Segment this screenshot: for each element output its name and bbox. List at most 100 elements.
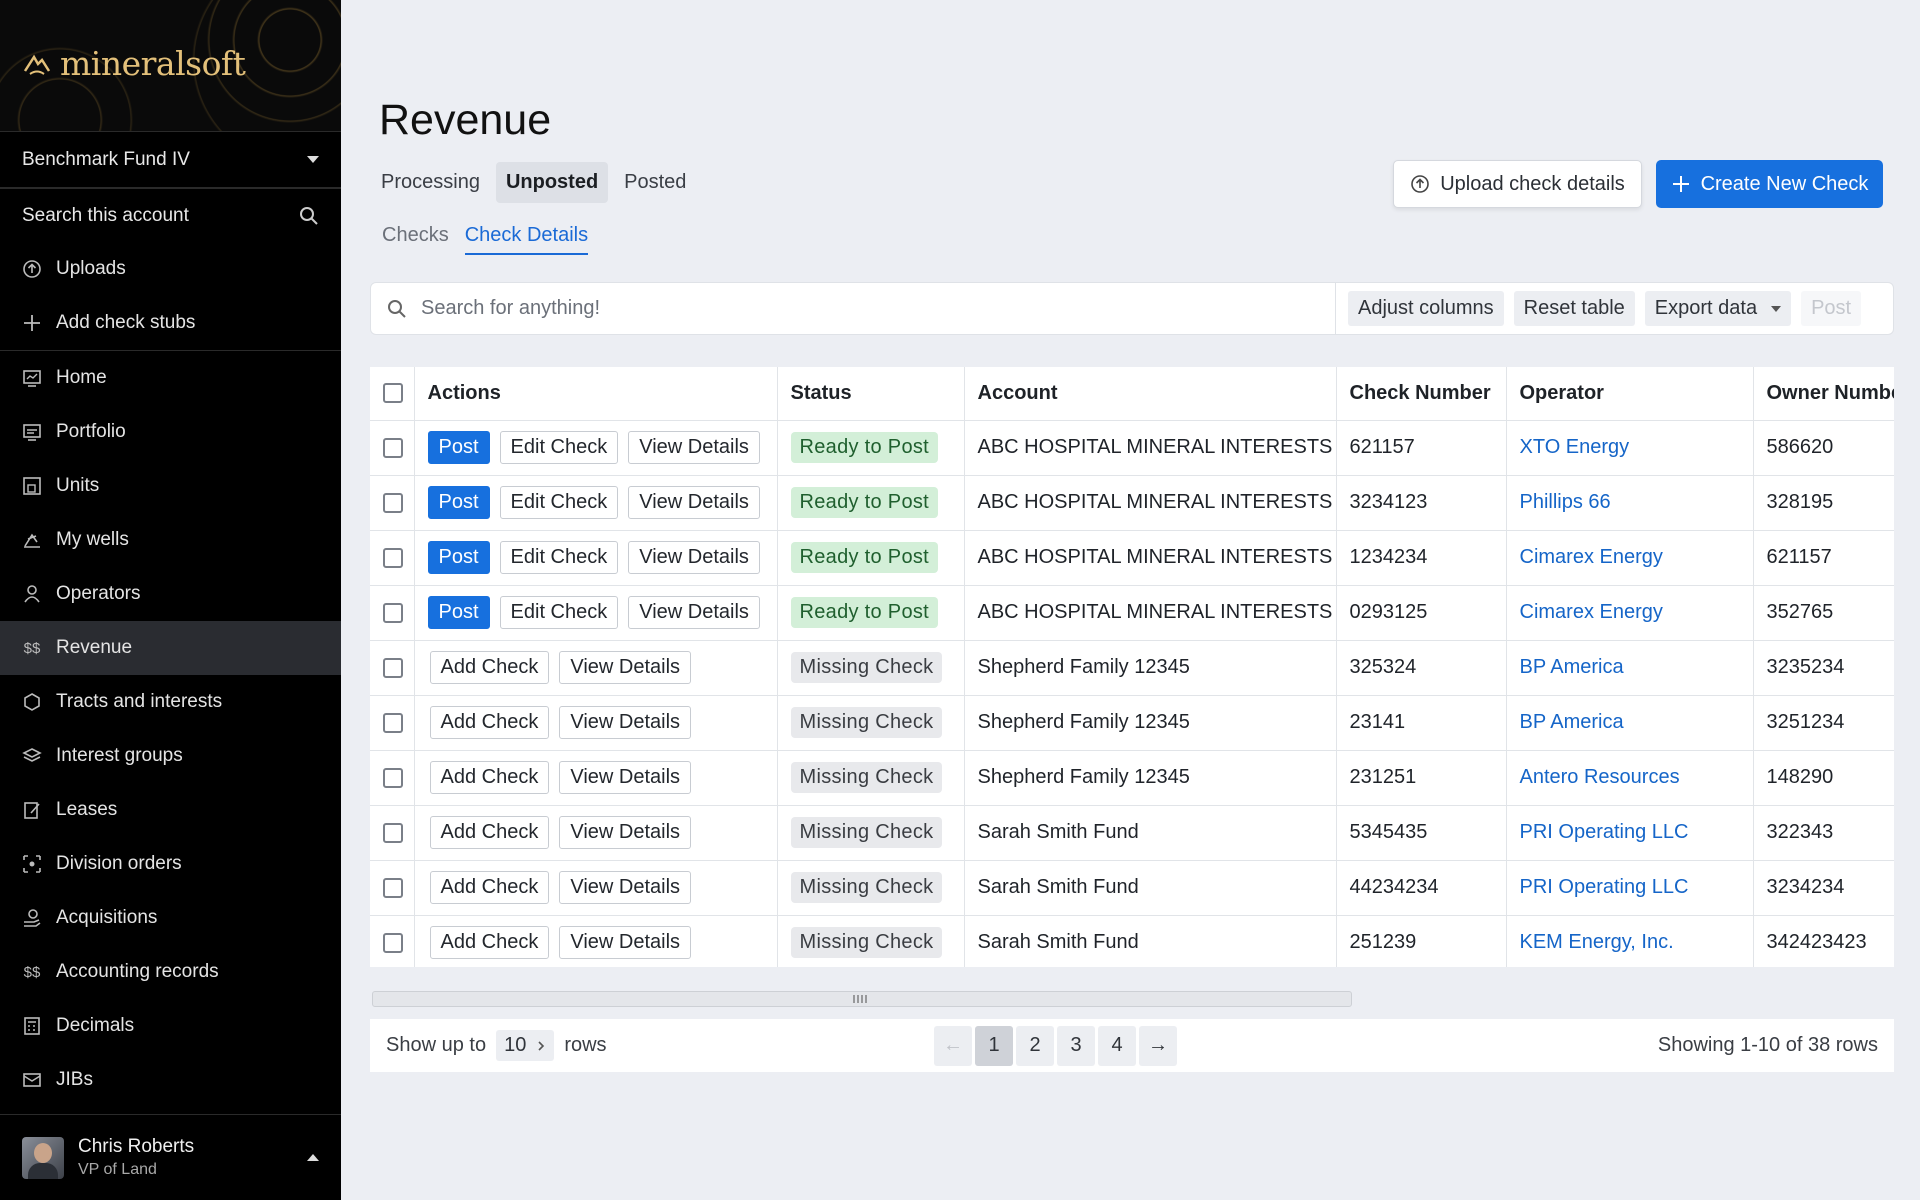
operator-link[interactable]: BP America [1520,656,1624,678]
sidebar-item-acquisitions[interactable]: Acquisitions [0,891,341,945]
page-1-button[interactable]: 1 [975,1025,1013,1066]
user-menu[interactable]: Chris Roberts VP of Land [0,1114,341,1200]
row-count-summary: Showing 1-10 of 38 rows [1657,1034,1878,1056]
show-up-to-label: Show up to [386,1034,487,1056]
row-checkbox[interactable] [383,657,403,678]
post-button[interactable]: Post [427,596,490,629]
sidebar-item-home[interactable]: Home [0,351,341,405]
column-header-actions[interactable]: Actions [414,367,778,421]
view-details-button[interactable]: View Details [559,761,692,794]
sidebar-item-interest-groups[interactable]: Interest groups [0,729,341,783]
row-checkbox[interactable] [383,767,403,788]
sidebar-item-portfolio[interactable]: Portfolio [0,405,341,459]
add-check-button[interactable]: Add Check [429,761,550,794]
row-checkbox[interactable] [383,547,403,568]
table-search-input[interactable]: Search for anything! [371,283,1336,334]
operator-link[interactable]: Phillips 66 [1520,491,1611,513]
table-row: Post Edit Check View Details Ready to Post… [370,475,1894,531]
sidebar-item-my-wells[interactable]: My wells [0,513,341,567]
sidebar-item-decimals[interactable]: Decimals [0,999,341,1053]
edit-check-button[interactable]: Edit Check [499,541,619,574]
post-button[interactable]: Post [427,541,490,574]
tab-posted[interactable]: Posted [614,162,696,203]
operator-link[interactable]: PRI Operating LLC [1520,876,1689,898]
edit-check-button[interactable]: Edit Check [499,596,619,629]
sidebar-item-operators[interactable]: Operators [0,567,341,621]
operator-link[interactable]: BP America [1520,711,1624,733]
prev-page-button[interactable]: ← [934,1025,972,1066]
tab-processing[interactable]: Processing [371,162,490,203]
operator-link[interactable]: PRI Operating LLC [1520,821,1689,843]
column-header-check-number[interactable]: Check Number [1336,367,1507,421]
sidebar-item-add-check-stubs[interactable]: Add check stubs [0,296,341,350]
column-header-account[interactable]: Account [964,367,1337,421]
reset-table-button[interactable]: Reset table [1513,291,1635,326]
table-row: Post Edit Check View Details Ready to Post… [370,530,1894,586]
view-details-button[interactable]: View Details [559,651,692,684]
sidebar-item-units[interactable]: Units [0,459,341,513]
column-header-status[interactable]: Status [777,367,965,421]
page-4-button[interactable]: 4 [1098,1025,1136,1066]
account-cell: ABC HOSPITAL MINERAL INTERESTS [964,420,1337,476]
brand-logo[interactable]: mineralsoft [22,44,246,83]
view-details-button[interactable]: View Details [559,706,692,739]
upload-check-details-button[interactable]: Upload check details [1393,160,1642,208]
row-checkbox[interactable] [383,437,403,458]
view-details-button[interactable]: View Details [559,816,692,849]
edit-check-button[interactable]: Edit Check [499,431,619,464]
rows-per-page-select[interactable]: 10 [496,1030,555,1061]
post-button[interactable]: Post [427,486,490,519]
add-check-button[interactable]: Add Check [429,706,550,739]
add-check-button[interactable]: Add Check [429,816,550,849]
view-details-button[interactable]: View Details [559,871,692,904]
operator-link[interactable]: KEM Energy, Inc. [1520,931,1674,953]
sidebar-item-division-orders[interactable]: Division orders [0,837,341,891]
post-selected-button[interactable]: Post [1801,291,1862,326]
next-page-button[interactable]: → [1139,1025,1177,1066]
page-3-button[interactable]: 3 [1057,1025,1095,1066]
sidebar-item-label: Uploads [56,258,126,279]
sidebar-item-revenue[interactable]: $$ Revenue [0,621,341,675]
add-check-button[interactable]: Add Check [429,926,550,959]
sidebar-item-leases[interactable]: Leases [0,783,341,837]
add-check-button[interactable]: Add Check [429,651,550,684]
division-icon [22,854,42,874]
account-search[interactable]: Search this account [0,188,341,242]
row-checkbox[interactable] [383,492,403,513]
page-2-button[interactable]: 2 [1016,1025,1054,1066]
view-details-button[interactable]: View Details [628,431,760,464]
edit-check-button[interactable]: Edit Check [499,486,619,519]
row-checkbox[interactable] [383,932,403,953]
subtab-check-details[interactable]: Check Details [464,224,589,255]
adjust-columns-button[interactable]: Adjust columns [1348,291,1504,326]
operator-link[interactable]: XTO Energy [1520,436,1630,458]
select-all-checkbox[interactable] [383,383,403,404]
sidebar-item-jibs[interactable]: JIBs [0,1053,341,1107]
view-details-button[interactable]: View Details [628,541,760,574]
sidebar-item-uploads[interactable]: Uploads [0,242,341,296]
tab-unposted[interactable]: Unposted [495,162,609,203]
export-data-dropdown[interactable]: Export data [1644,291,1792,326]
operator-link[interactable]: Cimarex Energy [1520,601,1663,623]
post-button[interactable]: Post [427,431,490,464]
row-checkbox[interactable] [383,712,403,733]
row-checkbox[interactable] [383,877,403,898]
create-new-check-button[interactable]: Create New Check [1656,160,1883,208]
fund-selector[interactable]: Benchmark Fund IV [0,132,341,188]
sidebar-item-tracts-and-interests[interactable]: Tracts and interests [0,675,341,729]
view-details-button[interactable]: View Details [559,926,692,959]
table-row: Add Check View Details Missing Check Sara… [370,860,1894,916]
column-header-owner-number[interactable]: Owner Number [1753,367,1894,421]
status-badge: Ready to Post [790,597,939,628]
view-details-button[interactable]: View Details [628,486,760,519]
horizontal-scrollbar[interactable] [372,991,1352,1007]
row-checkbox[interactable] [383,822,403,843]
subtab-checks[interactable]: Checks [382,224,449,255]
row-checkbox[interactable] [383,602,403,623]
sidebar-item-accounting-records[interactable]: $$ Accounting records [0,945,341,999]
view-details-button[interactable]: View Details [628,596,760,629]
column-header-operator[interactable]: Operator [1506,367,1754,421]
operator-link[interactable]: Cimarex Energy [1520,546,1663,568]
add-check-button[interactable]: Add Check [429,871,550,904]
operator-link[interactable]: Antero Resources [1520,766,1680,788]
